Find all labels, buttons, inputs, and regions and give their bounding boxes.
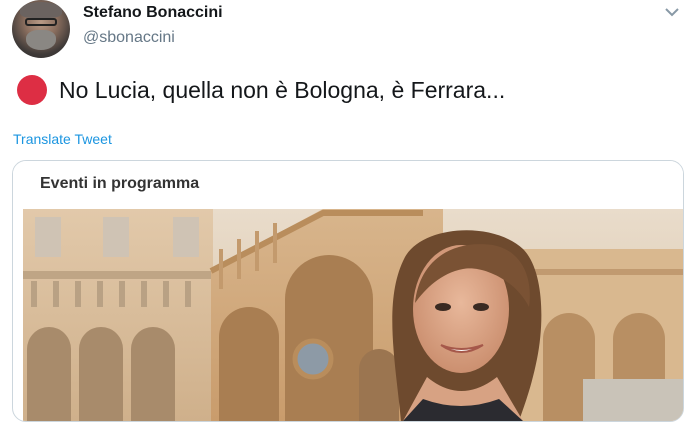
chevron-down-icon[interactable] bbox=[664, 6, 680, 18]
tweet-text: No Lucia, quella non è Bologna, è Ferrar… bbox=[59, 76, 506, 103]
card-header: Eventi in programma bbox=[13, 161, 683, 209]
author-handle[interactable]: @sbonaccini bbox=[83, 29, 175, 47]
avatar-beard bbox=[26, 30, 56, 50]
photo-image bbox=[23, 209, 683, 421]
red-circle-icon bbox=[17, 75, 47, 105]
tweet: Stefano Bonaccini @sbonaccini No Lucia, … bbox=[0, 0, 700, 422]
translate-tweet-link[interactable]: Translate Tweet bbox=[13, 131, 112, 147]
card-title: Eventi in programma bbox=[40, 175, 200, 192]
tweet-text-line: No Lucia, quella non è Bologna, è Ferrar… bbox=[17, 74, 505, 106]
author-name[interactable]: Stefano Bonaccini bbox=[83, 4, 223, 22]
author-avatar[interactable] bbox=[12, 0, 70, 58]
avatar-glasses bbox=[25, 18, 57, 26]
avatar-hair bbox=[20, 2, 62, 18]
media-card[interactable]: Eventi in programma bbox=[12, 160, 684, 422]
